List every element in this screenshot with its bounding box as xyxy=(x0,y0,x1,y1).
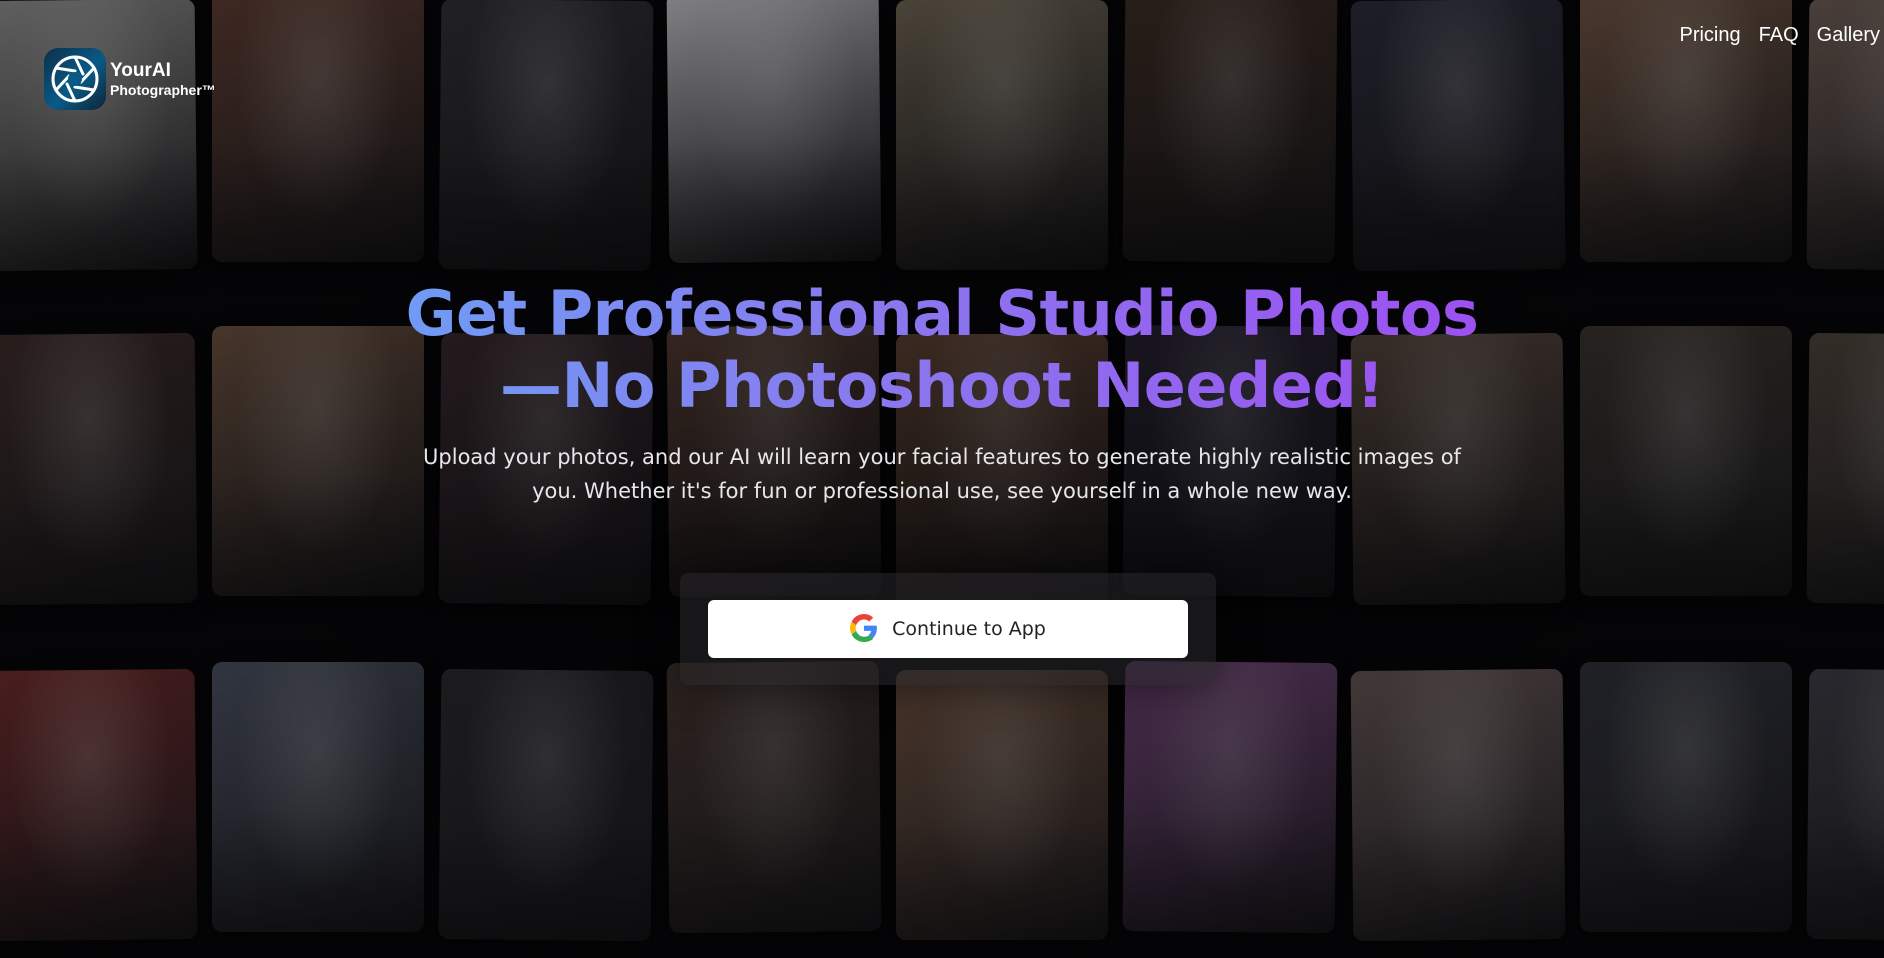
nav-link-gallery[interactable]: Gallery xyxy=(1817,24,1880,47)
brand-name: YourAI Photographer™ xyxy=(110,60,216,98)
google-icon xyxy=(850,613,878,645)
continue-to-app-button[interactable]: Continue to App xyxy=(708,600,1188,658)
nav-link-pricing[interactable]: Pricing xyxy=(1679,24,1740,47)
camera-aperture-icon xyxy=(44,48,106,110)
landing-page: YourAI Photographer™ Pricing FAQ Gallery… xyxy=(0,0,1884,958)
hero-section: Get Professional Studio Photos —No Photo… xyxy=(0,278,1884,508)
brand-name-line1: YourAI xyxy=(110,60,171,82)
hero-headline-line1: Get Professional Studio Photos xyxy=(405,277,1479,350)
hero-headline-line2: —No Photoshoot Needed! xyxy=(499,349,1384,422)
top-nav: Pricing FAQ Gallery xyxy=(1679,24,1880,47)
hero-headline: Get Professional Studio Photos —No Photo… xyxy=(392,278,1492,422)
nav-link-faq[interactable]: FAQ xyxy=(1759,24,1799,47)
brand-name-line2: Photographer™ xyxy=(110,81,216,98)
brand-logo[interactable]: YourAI Photographer™ xyxy=(44,48,216,110)
hero-subtext: Upload your photos, and our AI will lear… xyxy=(423,445,1461,503)
continue-to-app-label: Continue to App xyxy=(892,618,1046,640)
